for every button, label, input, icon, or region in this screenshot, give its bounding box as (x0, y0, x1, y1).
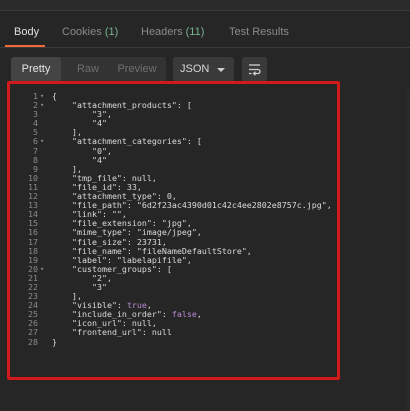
chevron-down-icon (217, 68, 225, 72)
wrap-lines-button[interactable] (242, 57, 267, 82)
tab-cookies-count: (1) (104, 26, 119, 38)
format-select-value: JSON (180, 63, 210, 75)
response-tabs: Body Cookies (1) Headers (11) Test Resul… (0, 18, 410, 48)
top-strip (0, 0, 410, 11)
tab-test-results-label: Test Results (229, 26, 289, 38)
format-select[interactable]: JSON (173, 57, 234, 82)
tab-cookies-label: Cookies (62, 26, 102, 38)
highlight-annotation-box (7, 81, 340, 380)
tab-test-results[interactable]: Test Results (229, 26, 289, 38)
raw-button[interactable]: Raw (68, 57, 108, 82)
view-mode-group: Pretty Raw Preview (11, 57, 166, 82)
wrap-lines-icon (249, 64, 261, 76)
preview-button[interactable]: Preview (112, 57, 162, 82)
tab-cookies[interactable]: Cookies (1) (62, 26, 118, 38)
tab-headers-label: Headers (141, 26, 183, 38)
tab-body-label: Body (14, 26, 40, 38)
tab-body[interactable]: Body (14, 26, 39, 38)
tab-headers[interactable]: Headers (11) (141, 26, 204, 38)
tabs-divider (0, 47, 410, 48)
tab-headers-count: (11) (185, 26, 205, 38)
scrollbar-track[interactable] (406, 89, 410, 411)
pretty-button[interactable]: Pretty (11, 57, 61, 82)
